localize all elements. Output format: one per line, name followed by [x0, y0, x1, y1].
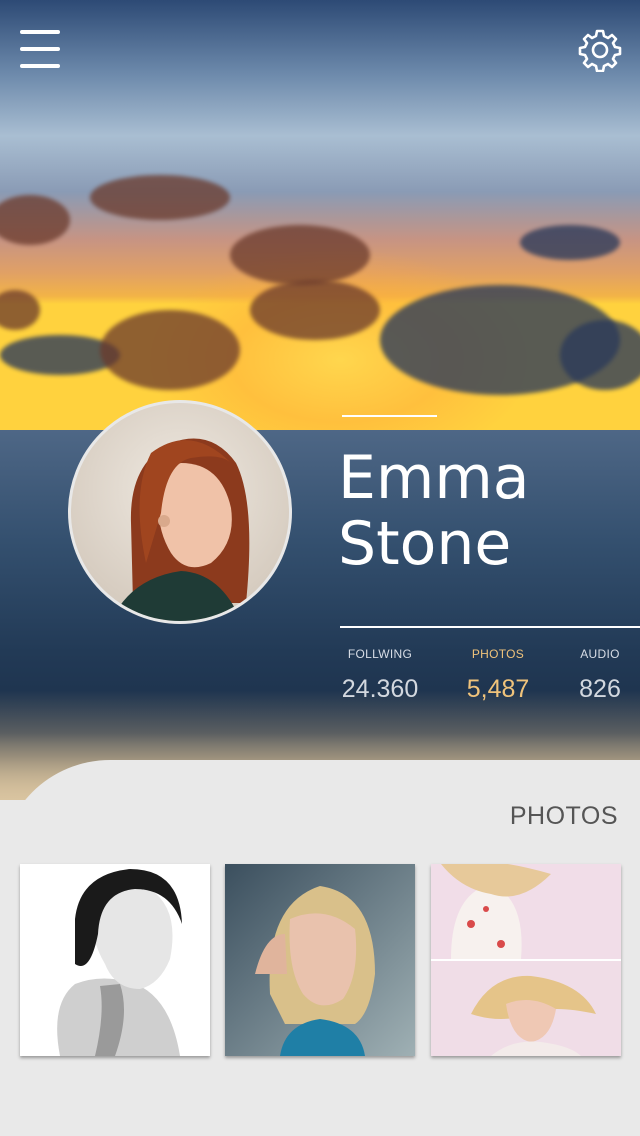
- photo-thumbnail[interactable]: [20, 864, 210, 1056]
- photo-thumbnail[interactable]: [225, 864, 415, 1056]
- gear-icon[interactable]: [578, 28, 622, 73]
- stat-label: PHOTOS: [471, 647, 525, 661]
- stat-value: 5,487: [466, 675, 530, 703]
- photo-thumbnail[interactable]: [431, 864, 621, 1056]
- cloud: [520, 225, 620, 260]
- cloud: [100, 310, 240, 390]
- cloud: [230, 225, 370, 285]
- stat-photos[interactable]: PHOTOS 5,487: [460, 647, 536, 704]
- hamburger-menu-icon[interactable]: [20, 30, 60, 70]
- avatar[interactable]: [68, 400, 292, 624]
- cloud: [250, 280, 380, 340]
- menu-bar: [20, 64, 60, 68]
- profile-name: Emma Stone: [338, 445, 628, 577]
- stat-audio[interactable]: AUDIO 826: [572, 647, 628, 704]
- stats-divider: [340, 626, 640, 628]
- stat-following[interactable]: FOLLWING 24.360: [338, 647, 422, 704]
- cloud: [0, 290, 40, 330]
- menu-bar: [20, 47, 60, 51]
- photos-section-title: PHOTOS: [509, 802, 618, 830]
- cloud: [0, 195, 70, 245]
- stat-value: 24.360: [341, 675, 419, 703]
- photos-panel: PHOTOS: [0, 760, 640, 1136]
- cloud: [560, 320, 640, 390]
- menu-bar: [20, 30, 60, 34]
- cloud: [90, 175, 230, 220]
- stat-value: 826: [579, 675, 621, 703]
- stat-label: AUDIO: [580, 647, 620, 661]
- profile-first-name: Emma: [338, 443, 530, 513]
- profile-last-name: Stone: [338, 509, 512, 579]
- stat-label: FOLLWING: [347, 647, 413, 661]
- name-divider: [342, 415, 437, 417]
- profile-cover: Emma Stone FOLLWING 24.360 PHOTOS 5,487 …: [0, 0, 640, 800]
